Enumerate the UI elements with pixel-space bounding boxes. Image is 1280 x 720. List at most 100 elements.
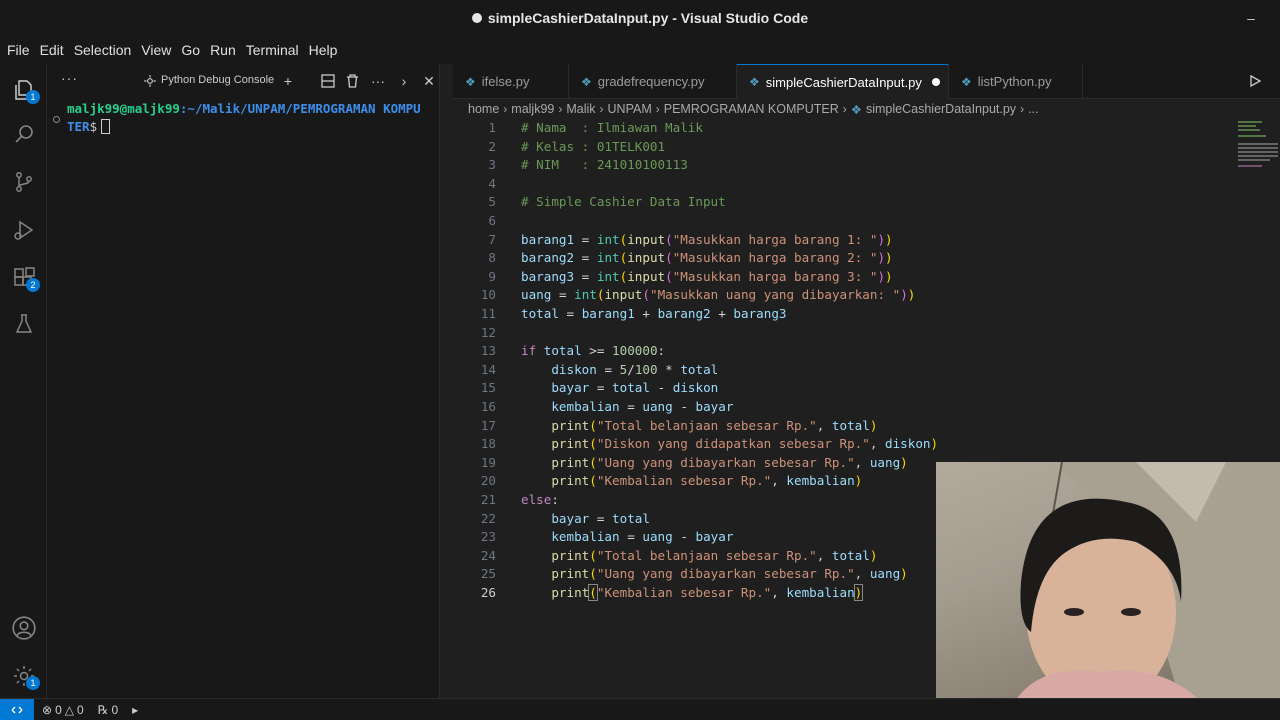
line-number: 3 <box>488 157 496 173</box>
play-icon <box>1250 74 1262 88</box>
extensions-button[interactable]: 2 <box>0 258 47 298</box>
python-file-icon: ❖ <box>581 74 592 89</box>
breadcrumb-home[interactable]: home <box>468 102 499 116</box>
minimize-button[interactable]: – <box>1240 8 1262 28</box>
ports-status[interactable]: ℞ 0 <box>98 703 118 717</box>
menu-terminal[interactable]: Terminal <box>241 42 304 58</box>
minimap[interactable] <box>1236 119 1280 179</box>
breadcrumb-user[interactable]: maljk99 <box>511 102 554 116</box>
line-number: 20 <box>480 473 496 489</box>
code-line: total = barang1 + barang2 + barang3 <box>521 306 787 321</box>
code-comment: # Simple Cashier Data Input <box>521 194 726 210</box>
python-file-icon: ❖ <box>961 74 972 89</box>
line-number: 8 <box>488 250 496 266</box>
line-number: 12 <box>480 324 496 340</box>
menu-go[interactable]: Go <box>176 42 205 58</box>
kill-terminal-button[interactable] <box>343 72 361 90</box>
line-number: 14 <box>480 361 496 377</box>
breadcrumb-more[interactable]: ... <box>1028 102 1038 116</box>
line-number: 15 <box>480 380 496 396</box>
line-number: 1 <box>488 120 496 135</box>
chevron-right-icon: › <box>842 102 847 116</box>
new-terminal-button[interactable]: + <box>279 72 297 90</box>
modified-dot-icon[interactable] <box>931 78 940 86</box>
problems-status[interactable]: ⊗ 0 △ 0 <box>42 703 84 717</box>
panel-sash[interactable] <box>439 64 453 698</box>
run-debug-button[interactable] <box>0 210 47 250</box>
chevron-right-icon[interactable]: › <box>395 72 413 90</box>
split-icon <box>321 74 335 88</box>
warning-icon: △ <box>64 702 74 717</box>
split-terminal-button[interactable] <box>319 72 337 90</box>
line-number: 13 <box>480 343 496 359</box>
code-line: print("Uang yang dibayarkan sebesar Rp."… <box>551 566 908 582</box>
debug-console-label[interactable]: Python Debug Console <box>161 74 274 86</box>
remote-icon <box>11 706 23 713</box>
python-file-icon: ❖ <box>465 74 476 89</box>
tab-simplecashier[interactable]: ❖ simpleCashierDataInput.py <box>737 64 949 99</box>
source-control-button[interactable] <box>0 162 47 202</box>
terminal-prompt: $ <box>89 119 98 134</box>
menu-run[interactable]: Run <box>205 42 241 58</box>
manage-badge: 1 <box>26 676 40 690</box>
line-number: 24 <box>480 547 496 563</box>
testing-button[interactable] <box>0 304 47 344</box>
code-line: if total >= 100000: <box>521 343 666 359</box>
terminal-output[interactable]: maljk99@maljk99:~/Malik/UNPAM/PEMROGRAMA… <box>67 100 421 136</box>
code-number: 100 <box>634 361 658 377</box>
code-string: "Masukkan harga barang 2: " <box>672 250 878 266</box>
trash-icon <box>346 74 358 88</box>
code-line: uang = int(input("Masukkan uang yang dib… <box>521 287 916 303</box>
code-line: diskon = 5/100 * total <box>551 361 719 377</box>
terminal-more-button[interactable]: ··· <box>369 72 387 90</box>
status-bar: ⊗ 0 △ 0 ℞ 0 ▸ <box>0 698 1280 720</box>
chevron-right-icon: › <box>655 102 660 116</box>
code-string: "Kembalian sebesar Rp." <box>596 473 772 489</box>
breadcrumb-pemrograman[interactable]: PEMROGRAMAN KOMPUTER <box>664 102 839 116</box>
code-line: kembalian = uang - bayar <box>551 529 734 545</box>
title-bar: simpleCashierDataInput.py - Visual Studi… <box>0 0 1280 36</box>
line-number: 22 <box>480 510 496 526</box>
activity-bar: 1 2 1 <box>0 64 47 698</box>
terminal-user: maljk99@maljk99 <box>67 101 180 116</box>
line-number: 4 <box>488 175 496 191</box>
tab-label: gradefrequency.py <box>597 74 705 89</box>
code-string: "Uang yang dibayarkan sebesar Rp." <box>596 566 855 582</box>
code-line: print("Total belanjaan sebesar Rp.", tot… <box>551 417 878 433</box>
menu-help[interactable]: Help <box>304 42 343 58</box>
menu-file[interactable]: File <box>2 42 35 58</box>
line-number: 5 <box>488 194 496 210</box>
tab-label: listPython.py <box>977 74 1052 89</box>
manage-button[interactable]: 1 <box>0 656 47 696</box>
remote-indicator-button[interactable] <box>0 698 34 720</box>
close-panel-button[interactable]: ✕ <box>420 72 438 90</box>
run-python-button[interactable] <box>1248 74 1262 91</box>
breadcrumb-file[interactable]: simpleCashierDataInput.py <box>866 102 1016 116</box>
line-number: 11 <box>480 306 496 321</box>
debug-status[interactable]: ▸ <box>132 703 138 717</box>
chevron-right-icon: › <box>558 102 563 116</box>
menu-selection[interactable]: Selection <box>69 42 137 58</box>
terminal-path-cont: TER <box>67 119 90 134</box>
accounts-button[interactable] <box>0 608 47 648</box>
python-file-icon: ❖ <box>749 75 760 89</box>
explorer-button[interactable]: 1 <box>0 70 47 110</box>
window-title: simpleCashierDataInput.py - Visual Studi… <box>471 10 808 26</box>
error-count: 0 <box>55 702 62 717</box>
editor-tabs: ❖ ifelse.py ❖ gradefrequency.py ❖ simple… <box>453 64 1280 99</box>
line-number: 10 <box>480 287 496 303</box>
breadcrumb-malik[interactable]: Malik <box>566 102 595 116</box>
code-string: "Masukkan uang yang dibayarkan: " <box>649 287 901 303</box>
search-button[interactable] <box>0 114 47 154</box>
menu-view[interactable]: View <box>136 42 176 58</box>
tab-ifelse[interactable]: ❖ ifelse.py <box>453 64 569 99</box>
menu-edit[interactable]: Edit <box>35 42 69 58</box>
tab-gradefrequency[interactable]: ❖ gradefrequency.py <box>569 64 737 99</box>
terminal-panel: ··· Python Debug Console + ··· › ✕ maljk… <box>47 64 444 698</box>
line-number: 16 <box>480 399 496 414</box>
panel-more-button[interactable]: ··· <box>61 70 78 86</box>
breadcrumb-unpam[interactable]: UNPAM <box>608 102 652 116</box>
chevron-right-icon: › <box>1020 102 1025 116</box>
breadcrumb: home › maljk99 › Malik › UNPAM › PEMROGRAMAN… <box>468 100 1038 118</box>
tab-listpython[interactable]: ❖ listPython.py <box>949 64 1083 99</box>
